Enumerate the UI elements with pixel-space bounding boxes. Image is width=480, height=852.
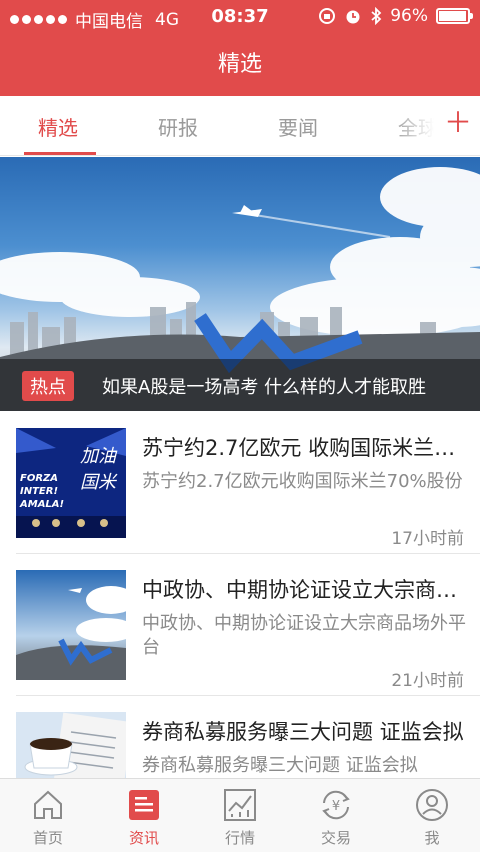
thumbnail-banner-text: FORZA INTER! AMALA! xyxy=(20,473,65,510)
thumbnail-slogan: 加油 国米 xyxy=(80,446,116,493)
active-tab-indicator xyxy=(24,152,96,155)
tab-headlines[interactable]: 要闻 xyxy=(278,112,318,141)
news-item[interactable]: 券商私募服务曝三大问题 证监会拟 券商私募服务曝三大问题 证监会拟 xyxy=(0,696,480,778)
nav-market[interactable]: 行情 xyxy=(192,787,288,848)
coffee-newspaper-image xyxy=(16,712,126,778)
profile-icon xyxy=(416,789,448,821)
status-bar: 中国电信 4G 08:37 96% xyxy=(0,0,480,34)
news-time: 17小时前 xyxy=(391,529,464,549)
page-title: 精选 xyxy=(217,52,262,77)
banner-caption[interactable]: 如果A股是一场高考 什么样的人才能取胜 xyxy=(102,373,426,399)
nav-trade[interactable]: ¥ 交易 xyxy=(288,787,384,848)
nav-home-label: 首页 xyxy=(32,829,63,847)
nav-home[interactable]: 首页 xyxy=(0,787,96,848)
rotation-lock-icon xyxy=(319,8,336,24)
news-item[interactable]: FORZA INTER! AMALA! 加油 国米 苏宁约2.7亿欧元 收购国际… xyxy=(0,412,480,554)
featured-banner[interactable]: 热点 如果A股是一场高考 什么样的人才能取胜 xyxy=(0,157,480,411)
category-tabs: 精选 研报 要闻 全球 ＋ xyxy=(0,96,480,156)
news-headline: 券商私募服务曝三大问题 证监会拟 xyxy=(142,720,464,744)
nav-trade-label: 交易 xyxy=(320,829,351,847)
alarm-icon xyxy=(346,10,360,24)
news-time: 21小时前 xyxy=(391,671,464,691)
airplane-city-image xyxy=(16,570,126,680)
tab-featured[interactable]: 精选 xyxy=(38,112,78,141)
news-headline: 苏宁约2.7亿欧元 收购国际米兰70%股份 xyxy=(142,436,468,460)
nav-news-label: 资讯 xyxy=(128,829,159,847)
nav-news[interactable]: 资讯 xyxy=(96,787,192,848)
battery-level xyxy=(439,11,466,21)
bluetooth-icon xyxy=(371,7,382,25)
hot-badge: 热点 xyxy=(22,371,74,401)
svg-text:¥: ¥ xyxy=(332,799,340,814)
nav-me-label: 我 xyxy=(424,829,440,847)
news-item[interactable]: 中政协、中期协论证设立大宗商品场外平台 中政协、中期协论证设立大宗商品场外平台 … xyxy=(0,554,480,696)
news-thumbnail: FORZA INTER! AMALA! 加油 国米 xyxy=(16,428,126,538)
news-summary: 中政协、中期协论证设立大宗商品场外平台 xyxy=(142,613,466,658)
news-headline: 中政协、中期协论证设立大宗商品场外平台 xyxy=(142,578,468,602)
news-summary: 苏宁约2.7亿欧元收购国际米兰70%股份 xyxy=(142,471,463,492)
banner-caption-bar: 热点 如果A股是一场高考 什么样的人才能取胜 xyxy=(0,359,480,411)
chart-icon xyxy=(224,789,256,821)
home-icon xyxy=(34,790,62,819)
plus-icon[interactable]: ＋ xyxy=(444,108,472,138)
news-summary: 券商私募服务曝三大问题 证监会拟 xyxy=(142,755,418,776)
nav-market-label: 行情 xyxy=(224,829,255,847)
nav-me[interactable]: 我 xyxy=(384,787,480,848)
news-thumbnail xyxy=(16,570,126,680)
exchange-icon: ¥ xyxy=(322,790,350,820)
battery-percent: 96% xyxy=(390,6,428,26)
bottom-nav: 首页 资讯 行情 ¥ 交易 我 xyxy=(0,778,480,852)
news-icon xyxy=(129,790,159,820)
news-thumbnail xyxy=(16,712,126,778)
tab-research[interactable]: 研报 xyxy=(158,112,198,141)
top-bar: 中国电信 4G 08:37 96% 精选 xyxy=(0,0,480,96)
battery-icon xyxy=(436,8,473,24)
